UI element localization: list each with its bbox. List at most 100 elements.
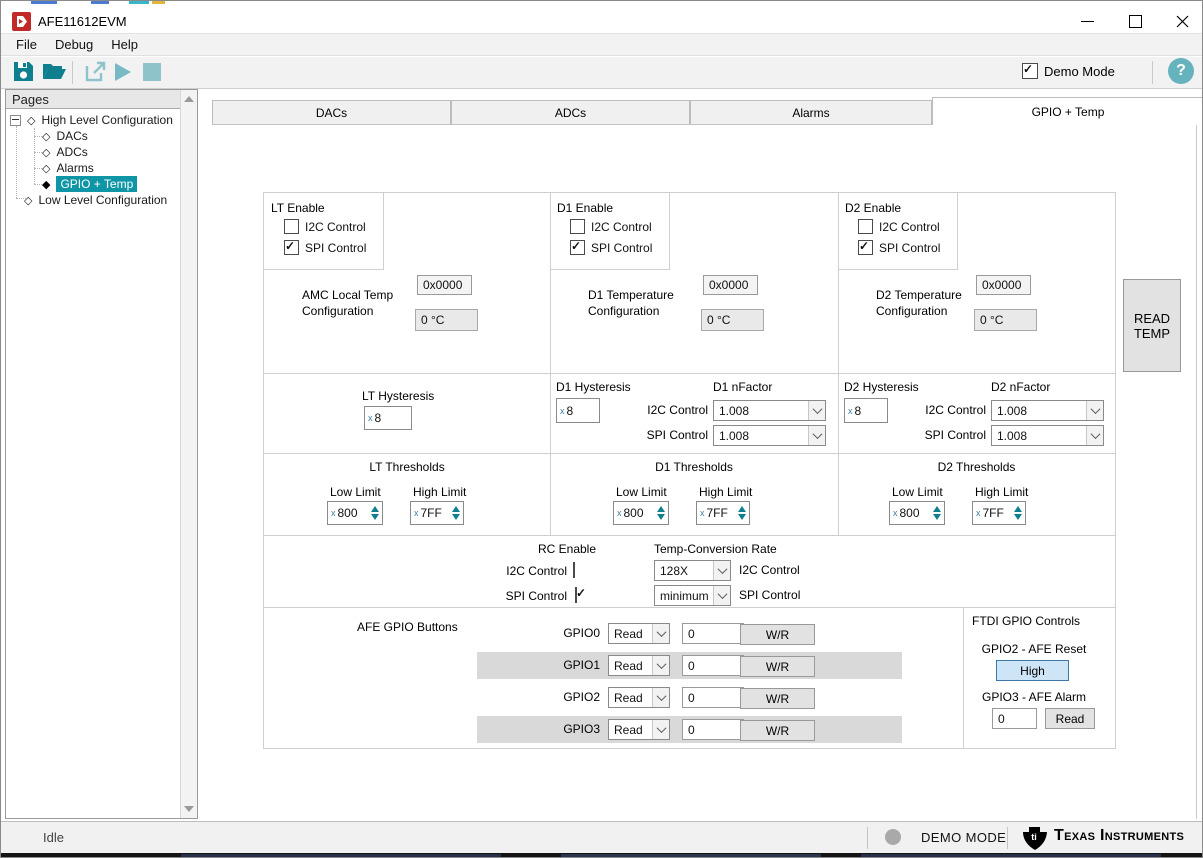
brand-name: Texas Instruments (1054, 827, 1184, 845)
chevron-down-icon (1086, 401, 1103, 420)
gpio0-mode-combo[interactable]: Read (608, 623, 670, 644)
d1-hex-field[interactable]: 0x0000 (703, 275, 758, 295)
background-strip (1, 853, 1202, 858)
d2-i2c-checkbox[interactable] (858, 219, 873, 234)
rate-i2c-label: I2C Control (739, 563, 800, 577)
ftdi-reset-high-button[interactable]: High (996, 660, 1069, 681)
divider (963, 607, 964, 748)
lt-spi-checkbox[interactable] (284, 240, 299, 255)
gpio3-value-input[interactable]: 0 (682, 719, 744, 740)
gpio2-value-input[interactable]: 0 (682, 687, 744, 708)
sidebar-item-dacs[interactable]: DACs (42, 128, 88, 144)
d1-hysteresis-field[interactable]: x 8 (556, 398, 600, 423)
spinner-arrows-icon[interactable] (734, 506, 746, 520)
help-icon[interactable]: ? (1168, 58, 1194, 84)
d2-enable-title: D2 Enable (845, 201, 901, 215)
sidebar-item-low-level-configuration[interactable]: Low Level Configuration (24, 192, 167, 208)
gpio1-label: GPIO1 (542, 658, 600, 672)
d1-i2c-checkbox[interactable] (570, 219, 585, 234)
read-temp-button[interactable]: READ TEMP (1123, 279, 1181, 372)
toolbar-separator (72, 61, 73, 84)
d2-spi-checkbox[interactable] (858, 240, 873, 255)
sidebar-item-gpio-temp[interactable]: GPIO + Temp (42, 176, 137, 192)
window-title: AFE11612EVM (38, 14, 127, 29)
ftdi-alarm-read-button[interactable]: Read (1045, 708, 1095, 729)
gpio3-wr-button[interactable]: W/R (740, 720, 815, 741)
ftdi-alarm-value-input[interactable]: 0 (992, 708, 1037, 729)
lt-hysteresis-field[interactable]: x 8 (364, 406, 412, 430)
rc-spi-checkbox[interactable] (575, 587, 577, 603)
d2-nfactor-i2c-combo[interactable]: 1.008 (991, 400, 1104, 421)
lt-i2c-checkbox[interactable] (284, 219, 299, 234)
play-icon[interactable] (114, 62, 132, 82)
sidebar-item-alarms[interactable]: Alarms (42, 160, 94, 176)
scroll-up-icon[interactable] (184, 96, 194, 102)
d1-high-limit-spinner[interactable]: x 7FF (696, 501, 750, 525)
stop-icon[interactable] (143, 63, 161, 81)
gpio2-mode-combo[interactable]: Read (608, 687, 670, 708)
scroll-down-icon[interactable] (184, 806, 194, 812)
gpio1-value-input[interactable]: 0 (682, 655, 744, 676)
tab-gpio-temp[interactable]: GPIO + Temp (932, 97, 1203, 125)
close-button[interactable] (1167, 12, 1197, 30)
d2-low-limit-spinner[interactable]: x 800 (889, 501, 945, 525)
d1-nfactor-i2c-label: I2C Control (628, 403, 708, 417)
pages-panel: Pages High Level Configuration DACs ADCs (5, 89, 198, 819)
gpio3-mode-combo[interactable]: Read (608, 719, 670, 740)
sidebar-item-adcs[interactable]: ADCs (42, 144, 88, 160)
ftdi-gpio-controls-title: FTDI GPIO Controls (972, 614, 1080, 628)
d1-low-limit-spinner[interactable]: x 800 (613, 501, 669, 525)
minimize-button[interactable] (1072, 12, 1102, 30)
gpio1-wr-button[interactable]: W/R (740, 656, 815, 677)
background-fragment (181, 854, 501, 858)
open-folder-icon[interactable] (43, 62, 66, 81)
d2-i2c-label: I2C Control (879, 220, 940, 234)
rc-enable-title: RC Enable (502, 542, 632, 556)
background-fragment (561, 854, 821, 858)
lt-hex-field[interactable]: 0x0000 (417, 275, 472, 295)
tab-adcs[interactable]: ADCs (451, 100, 690, 124)
d2-high-limit-spinner[interactable]: x 7FF (972, 501, 1026, 525)
d1-nfactor-spi-combo[interactable]: 1.008 (713, 425, 826, 446)
gpio0-wr-button[interactable]: W/R (740, 624, 815, 645)
lt-hysteresis-title: LT Hysteresis (362, 389, 434, 403)
lt-high-limit-spinner[interactable]: x 7FF (410, 501, 464, 525)
menu-help[interactable]: Help (102, 34, 147, 55)
rate-spi-combo[interactable]: minimum (654, 585, 731, 606)
sidebar-scrollbar[interactable] (180, 90, 197, 818)
spinner-arrows-icon[interactable] (653, 506, 665, 520)
demo-mode-checkbox[interactable] (1022, 63, 1038, 79)
d1-spi-checkbox[interactable] (570, 240, 585, 255)
gpio1-mode-combo[interactable]: Read (608, 655, 670, 676)
lt-enable-title: LT Enable (271, 201, 325, 215)
sidebar-item-high-level-configuration[interactable]: High Level Configuration (10, 112, 173, 128)
maximize-button[interactable] (1120, 12, 1150, 30)
gpio-temp-page: READ TEMP LT Enable I2C Control SPI Cont… (212, 124, 1197, 819)
d2-hex-field[interactable]: 0x0000 (976, 275, 1031, 295)
lt-low-limit-spinner[interactable]: x 800 (327, 501, 383, 525)
rate-i2c-combo[interactable]: 128X (654, 560, 731, 581)
pages-panel-header: Pages (6, 90, 181, 109)
spinner-arrows-icon[interactable] (929, 506, 941, 520)
d2-nfactor-spi-label: SPI Control (906, 428, 986, 442)
tab-dacs[interactable]: DACs (212, 100, 451, 124)
divider (264, 607, 1115, 608)
export-icon[interactable] (85, 61, 106, 82)
collapse-icon[interactable] (10, 115, 21, 126)
gpio0-value-input[interactable]: 0 (682, 623, 744, 644)
d1-nfactor-i2c-combo[interactable]: 1.008 (713, 400, 826, 421)
tab-alarms[interactable]: Alarms (690, 100, 932, 124)
divider (264, 373, 1115, 374)
spinner-arrows-icon[interactable] (1010, 506, 1022, 520)
rc-i2c-checkbox[interactable] (573, 562, 575, 578)
d2-nfactor-spi-combo[interactable]: 1.008 (991, 425, 1104, 446)
spinner-arrows-icon[interactable] (448, 506, 460, 520)
d2-hysteresis-field[interactable]: x 8 (844, 398, 888, 423)
save-icon[interactable] (13, 61, 34, 82)
menu-file[interactable]: File (7, 34, 46, 55)
spinner-arrows-icon[interactable] (367, 506, 379, 520)
menu-debug[interactable]: Debug (46, 34, 102, 55)
d1-nfactor-spi-label: SPI Control (628, 428, 708, 442)
background-fragment (861, 854, 1161, 858)
gpio2-wr-button[interactable]: W/R (740, 688, 815, 709)
